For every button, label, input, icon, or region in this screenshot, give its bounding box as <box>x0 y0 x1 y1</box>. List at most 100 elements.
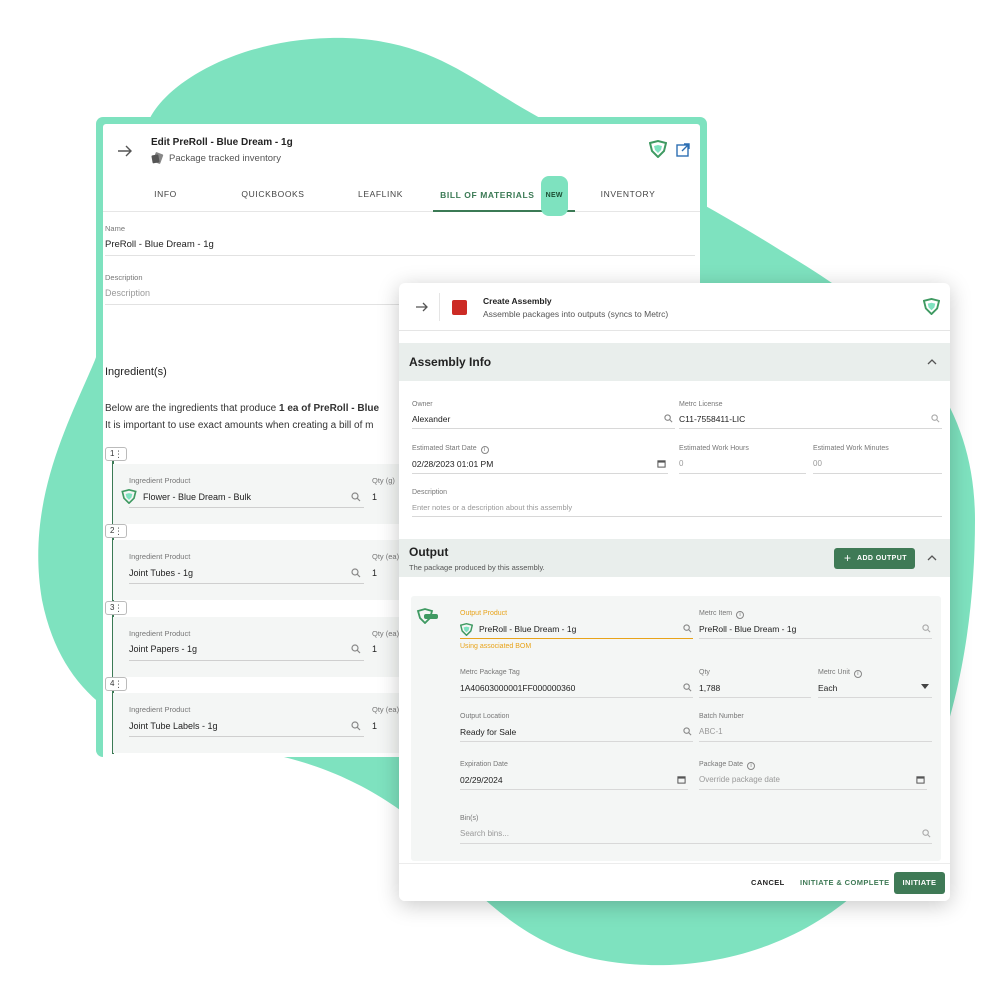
cancel-button[interactable]: CANCEL <box>751 878 785 887</box>
ingredient-number-text: 4 <box>110 679 115 688</box>
ingredient-product-label: Ingredient Product <box>129 476 191 485</box>
initiate-button[interactable]: INITIATE <box>894 872 945 894</box>
search-icon[interactable] <box>683 727 692 736</box>
initiate-complete-button[interactable]: INITIATE & COMPLETE <box>800 878 890 887</box>
ingredient-product-field[interactable]: Joint Tube Labels - 1g <box>129 721 218 731</box>
edit-product-header: Edit PreRoll - Blue Dream - 1g Package t… <box>103 124 700 176</box>
metrc-license-underline <box>679 428 942 429</box>
tab-info-label: INFO <box>154 189 177 199</box>
batch-number-underline <box>699 741 932 742</box>
tab-bill-of-materials[interactable]: BILL OF MATERIALS NEW <box>433 176 575 216</box>
tab-inventory[interactable]: INVENTORY <box>593 176 663 212</box>
search-icon[interactable] <box>922 829 931 838</box>
info-icon[interactable]: i <box>736 611 745 619</box>
search-icon[interactable] <box>683 683 692 692</box>
info-icon[interactable]: i <box>853 670 862 678</box>
metrc-unit-underline <box>818 697 932 698</box>
ingredient-qty-field[interactable]: 1 <box>372 492 377 502</box>
search-icon[interactable] <box>922 624 931 633</box>
caret-down-icon[interactable] <box>921 684 929 690</box>
open-external-icon[interactable] <box>675 142 691 158</box>
metrc-unit-select[interactable]: Each <box>818 683 837 693</box>
tab-leaflink[interactable]: LEAFLINK <box>348 176 413 212</box>
chevron-up-icon[interactable] <box>927 554 937 562</box>
ingredient-qty-field[interactable]: 1 <box>372 644 377 654</box>
ingredient-number-2[interactable]: 2 <box>105 524 127 538</box>
batch-number-field[interactable]: ABC-1 <box>699 727 723 736</box>
assembly-info-section-header[interactable]: Assembly Info <box>399 343 950 381</box>
chevron-up-icon[interactable] <box>927 358 937 366</box>
create-assembly-header: Create Assembly Assemble packages into o… <box>399 283 950 331</box>
metrc-item-label: Metrc Item i <box>699 610 745 619</box>
ingredients-title: Ingredient(s) <box>105 366 167 378</box>
info-icon[interactable]: i <box>480 446 489 454</box>
batch-number-label: Batch Number <box>699 713 744 720</box>
ingredient-number-text: 2 <box>110 526 115 535</box>
metrc-license-label: Metrc License <box>679 401 723 408</box>
output-product-label: Output Product <box>460 610 508 617</box>
product-logo-icon <box>416 608 438 624</box>
arrow-right-icon[interactable] <box>117 144 133 158</box>
ingredient-card-3: Ingredient Product Joint Papers - 1g Qty… <box>113 617 413 677</box>
search-icon[interactable] <box>351 644 361 654</box>
ingredient-qty-field[interactable]: 1 <box>372 568 377 578</box>
output-location-label: Output Location <box>460 713 510 720</box>
tab-inventory-label: INVENTORY <box>600 189 656 199</box>
calendar-icon[interactable] <box>916 775 925 784</box>
calendar-icon[interactable] <box>657 459 666 468</box>
create-assembly-window: Create Assembly Assemble packages into o… <box>399 283 950 901</box>
output-product-field[interactable]: PreRoll - Blue Dream - 1g <box>479 624 576 634</box>
start-date-field[interactable]: 02/28/2023 01:01 PM <box>412 459 493 469</box>
ingredients-desc-line1: Below are the ingredients that produce <box>105 403 279 414</box>
tab-info[interactable]: INFO <box>138 176 193 212</box>
info-icon[interactable]: i <box>746 762 755 770</box>
owner-underline <box>412 428 675 429</box>
add-output-button[interactable]: ADD OUTPUT <box>834 548 915 569</box>
start-date-label: Estimated Start Date i <box>412 445 489 454</box>
ingredient-product-field[interactable]: Flower - Blue Dream - Bulk <box>143 492 251 502</box>
search-icon[interactable] <box>664 414 673 423</box>
package-date-field[interactable]: Override package date <box>699 775 780 784</box>
search-icon[interactable] <box>931 414 940 423</box>
start-date-label-text: Estimated Start Date <box>412 445 477 452</box>
expiration-date-underline <box>460 789 688 790</box>
owner-field[interactable]: Alexander <box>412 414 450 424</box>
name-field[interactable]: PreRoll - Blue Dream - 1g <box>105 239 214 250</box>
ingredient-number-3[interactable]: 3 <box>105 601 127 615</box>
metrc-license-field[interactable]: C11-7558411-LIC <box>679 414 745 424</box>
expiration-date-field[interactable]: 02/29/2024 <box>460 775 503 785</box>
ingredient-number-4[interactable]: 4 <box>105 677 127 691</box>
search-icon[interactable] <box>351 721 361 731</box>
qty-field[interactable]: 1,788 <box>699 683 720 693</box>
work-minutes-label: Estimated Work Minutes <box>813 445 889 452</box>
arrow-right-icon[interactable] <box>415 301 429 313</box>
work-hours-field[interactable]: 0 <box>679 459 683 468</box>
metrc-item-field[interactable]: PreRoll - Blue Dream - 1g <box>699 624 796 634</box>
ingredient-product-label: Ingredient Product <box>129 705 191 714</box>
metrc-item-label-text: Metrc Item <box>699 610 733 617</box>
ingredient-product-field[interactable]: Joint Papers - 1g <box>129 644 197 654</box>
ingredient-card-4: Ingredient Product Joint Tube Labels - 1… <box>113 693 413 753</box>
ingredient-qty-label: Qty (ea) <box>372 629 400 638</box>
stop-square-icon <box>452 300 467 315</box>
work-minutes-underline <box>813 473 942 474</box>
name-label: Name <box>105 224 126 233</box>
search-icon[interactable] <box>683 624 692 633</box>
tab-quickbooks[interactable]: QUICKBOOKS <box>233 176 313 212</box>
output-location-field[interactable]: Ready for Sale <box>460 727 516 737</box>
ingredient-qty-label: Qty (ea) <box>372 552 400 561</box>
ingredient-number-1[interactable]: 1 <box>105 447 127 461</box>
assembly-description-field[interactable]: Enter notes or a description about this … <box>412 503 572 512</box>
ingredients-description: Below are the ingredients that produce 1… <box>105 400 379 434</box>
search-icon[interactable] <box>351 568 361 578</box>
ingredient-product-field[interactable]: Joint Tubes - 1g <box>129 568 193 578</box>
bins-search-field[interactable]: Search bins... <box>460 829 509 838</box>
search-icon[interactable] <box>351 492 361 502</box>
description-field[interactable]: Description <box>105 288 150 298</box>
calendar-icon[interactable] <box>677 775 686 784</box>
package-tag-field[interactable]: 1A40603000001FF000000360 <box>460 683 575 693</box>
ingredient-qty-field[interactable]: 1 <box>372 721 377 731</box>
shield-logo-icon <box>923 298 940 315</box>
ingredient-underline <box>129 736 364 737</box>
work-minutes-field[interactable]: 00 <box>813 459 822 468</box>
